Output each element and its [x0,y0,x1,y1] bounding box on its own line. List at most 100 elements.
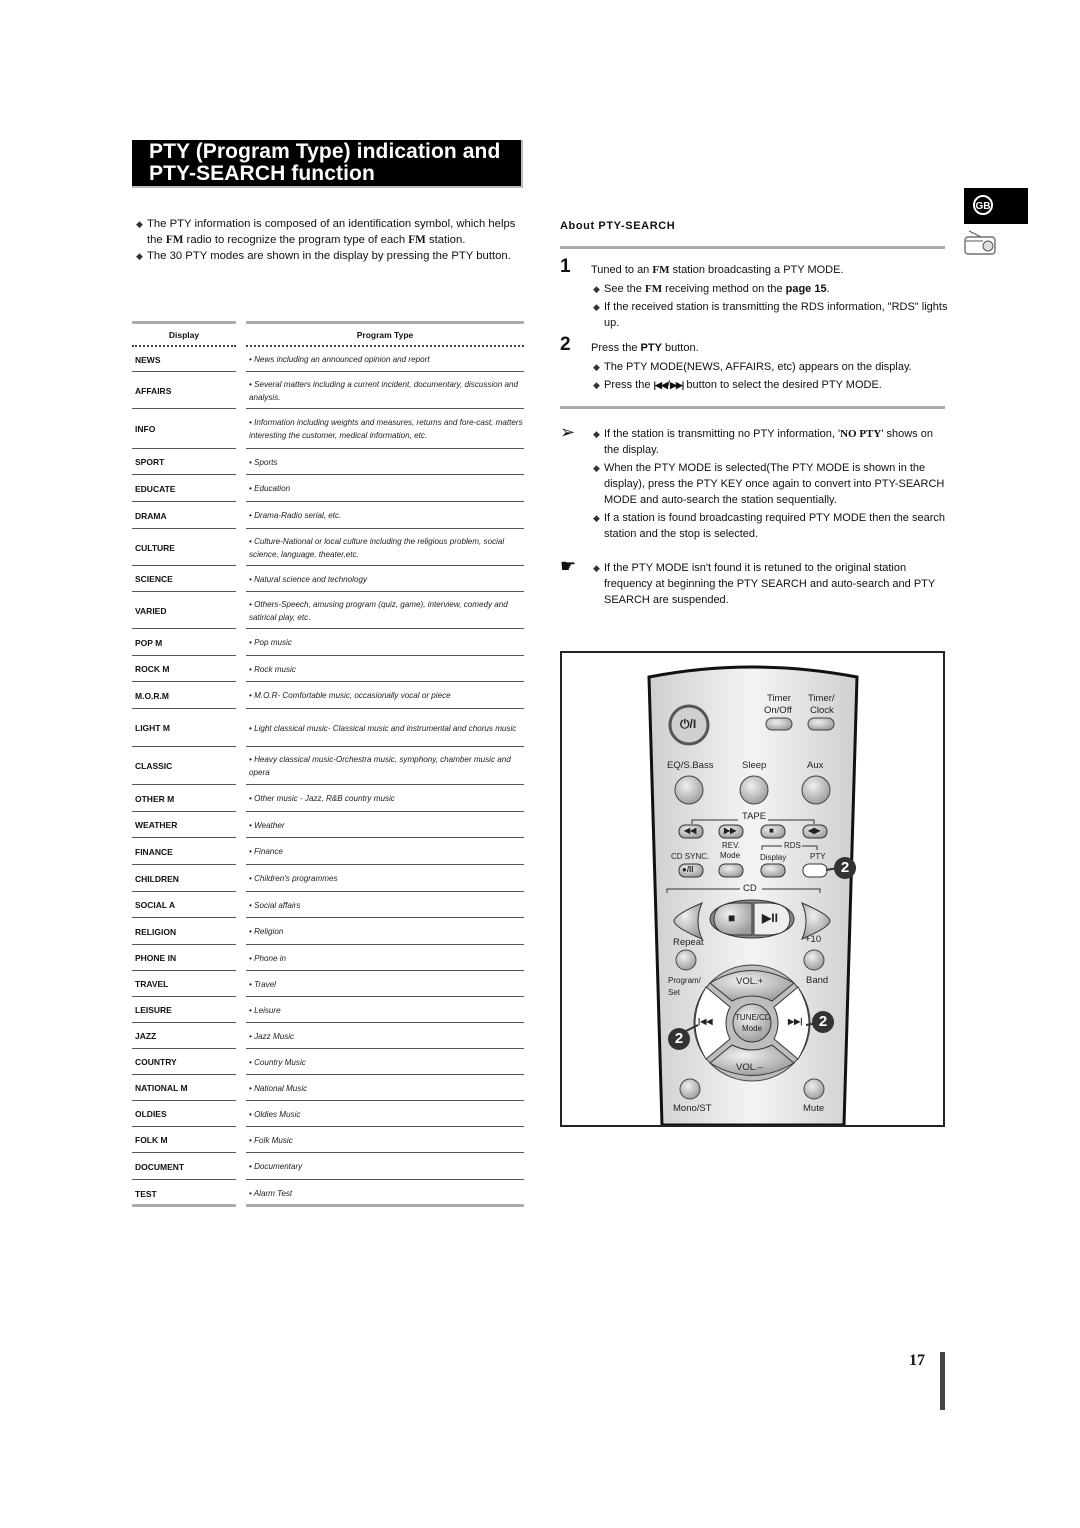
text: If a station is found broadcasting requi… [604,512,945,540]
header-program-type: Program Type [356,330,414,340]
program-set-label: Program/ [668,976,701,985]
page-number: 17 [909,1352,925,1369]
sleep-button[interactable] [739,775,769,805]
pty-program-type: • Oldies Music [249,1109,301,1119]
page-title: PTY (Program Type) indication and PTY-SE… [132,140,523,188]
tune-cd-mode-button[interactable] [732,1003,772,1043]
table-row: TRAVEL • Travel [132,971,524,997]
section-heading: About PTY-SEARCH [560,220,676,232]
mute-button[interactable] [803,1078,825,1100]
pty-program-type: • Several matters including a current in… [249,379,519,402]
rewind-icon: ◀◀ [684,826,697,835]
table-row: SCIENCE • Natural science and technology [132,566,524,592]
intro-bullet-1: ◆ The PTY information is composed of an … [136,216,521,248]
pty-program-type: • Religion [249,927,284,936]
table-row: JAZZ • Jazz Music [132,1023,524,1049]
text: If the station is transmitting no PTY in… [604,428,841,440]
table-row: FINANCE • Finance [132,838,524,865]
text: Press the [604,379,654,391]
intro-bullets: ◆ The PTY information is composed of an … [136,216,521,264]
pty-display-code: CLASSIC [135,761,173,771]
step-sub-bullet: ◆ The PTY MODE(NEWS, AFFAIRS, etc) appea… [593,359,950,375]
pty-display-code: ROCK M [135,664,170,674]
tip-bullet: ◆ If the PTY MODE isn't found it is retu… [593,560,950,608]
text: Tuned to an [591,264,653,276]
pty-display-code: FOLK M [135,1135,168,1145]
pty-program-type: • Heavy classical music-Orchestra music,… [249,755,511,777]
aux-button[interactable] [801,775,831,805]
pointing-hand-icon: ☛ [560,556,577,576]
pty-program-type: • Travel [249,979,276,989]
power-icon: ⏻/I [680,717,697,731]
header-display: Display [168,330,200,340]
direction-icon: ◀▶ [808,826,821,835]
pty-program-type: • Leisure [249,1005,281,1015]
diamond-bullet-icon: ◆ [593,362,600,372]
pty-program-type: • Rock music [249,664,296,674]
aux-label: Aux [807,760,824,771]
text: See the [604,283,645,295]
eq-sbass-button[interactable] [674,775,704,805]
step-sub-bullet: ◆ Press the |◀◀/▶▶| button to select the… [593,377,950,393]
tune-cd-label: TUNE/CD [735,1013,771,1022]
no-pty-label: NO PTY [840,428,882,440]
text: If the PTY MODE isn't found it is retune… [604,562,936,606]
table-row: EDUCATE • Education [132,475,524,502]
mute-label: Mute [803,1103,825,1114]
table-row: M.O.R.M • M.O.R- Comfortable music, occas… [132,682,524,709]
table-row: NEWS • News including an announced opinio… [132,347,524,372]
eq-sbass-label: EQ/S.Bass [667,760,714,771]
pty-display-code: OLDIES [135,1109,167,1119]
repeat-program-button[interactable] [675,949,697,971]
fast-forward-icon: ▶▶ [724,826,737,835]
step-number: 2 [560,334,571,355]
vol-up-label: VOL.+ [736,976,764,987]
pty-program-type: • National Music [249,1083,308,1093]
pty-display-code: AFFAIRS [135,385,172,396]
title-line-1: PTY (Program Type) indication and [149,140,501,163]
divider [560,406,945,409]
band-button[interactable] [803,949,825,971]
timer-clock-label: Clock [810,705,834,716]
table-row: LEISURE • Leisure [132,997,524,1023]
pty-display-code: TRAVEL [135,979,169,989]
timer-onoff-label: Timer [767,693,791,704]
play-pause-icon: ▶II [762,911,778,925]
pty-display-code: PHONE IN [135,953,177,963]
display-label: Display [760,853,787,862]
rev-mode-button[interactable] [718,863,744,878]
language-tab: GB [964,188,1028,224]
tip: ☛ ◆ If the PTY MODE isn't found it is re… [560,556,950,610]
display-button[interactable] [760,863,786,878]
table-row: WEATHER • Weather [132,812,524,838]
pty-button[interactable] [802,863,828,878]
notes: ➢ ◆ If the station is transmitting no PT… [560,423,950,544]
text: Press the [591,342,641,354]
pty-display-code: DRAMA [135,510,167,521]
intro-text: The 30 PTY modes are shown in the displa… [147,250,511,262]
timer-clock-button[interactable] [807,717,835,731]
pty-program-type: • Others-Speech, amusing program (quiz, … [249,599,508,622]
row-divider [246,1204,524,1207]
table-row: FOLK M • Folk Music [132,1127,524,1153]
timer-onoff-label: On/Off [764,705,792,716]
skip-forward-icon: ▶▶| [669,380,684,390]
diamond-bullet-icon: ◆ [593,302,600,312]
pty-display-code: NATIONAL M [135,1083,188,1093]
table-row: COUNTRY • Country Music [132,1049,524,1075]
table-row: ROCK M • Rock music [132,656,524,682]
stop-icon: ■ [769,826,774,835]
table-row: TEST • Alarm Test [132,1180,524,1207]
pty-program-type: • Education [249,484,291,493]
mono-st-button[interactable] [679,1078,701,1100]
table-row: OLDIES • Oldies Music [132,1101,524,1127]
repeat-label: Repeat [673,937,704,948]
vol-down-label: VOL.– [736,1062,763,1073]
timer-onoff-button[interactable] [765,717,793,731]
pty-program-type: • Documentary [249,1162,303,1171]
pty-program-type: • M.O.R- Comfortable music, occasionally… [249,691,451,700]
divider [132,321,236,324]
pty-display-code: RELIGION [135,926,177,937]
step-callout-badge: 2 [668,1028,690,1050]
intro-bullet-2: ◆ The 30 PTY modes are shown in the disp… [136,248,521,264]
